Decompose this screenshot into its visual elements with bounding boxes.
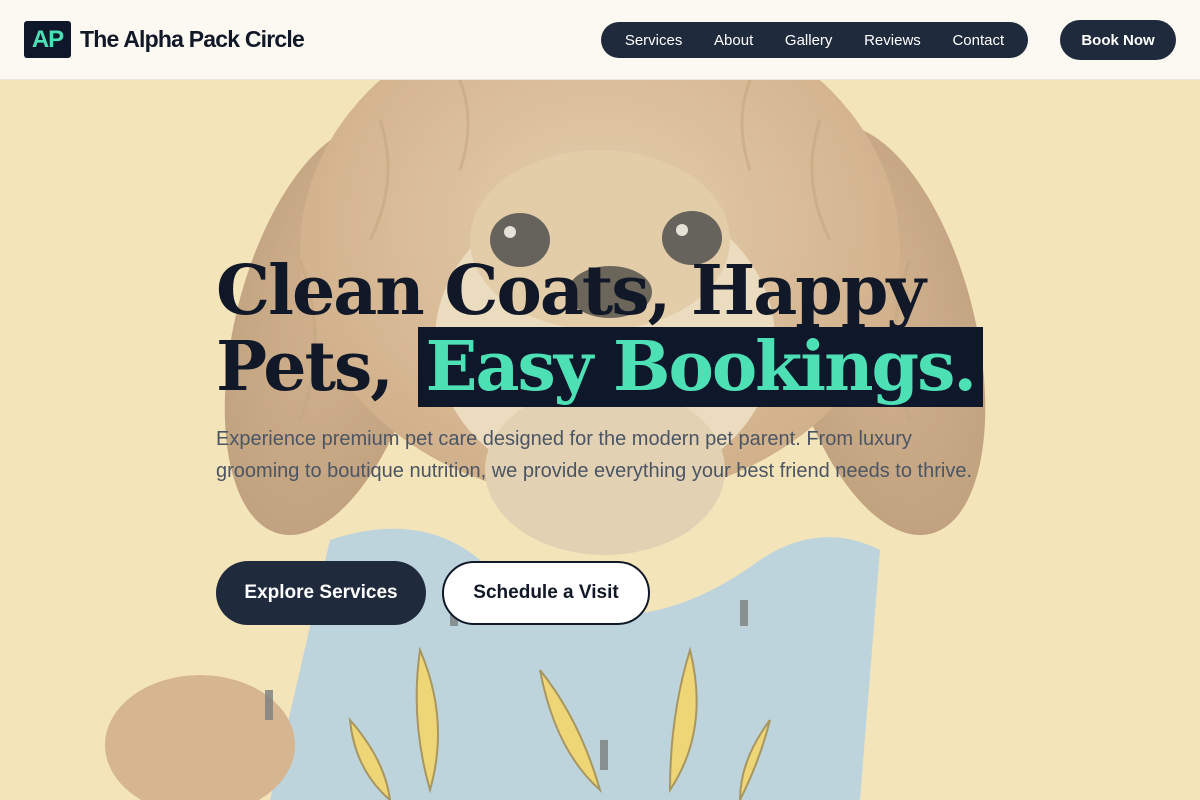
nav-services[interactable]: Services <box>625 32 683 49</box>
nav-about[interactable]: About <box>714 32 753 49</box>
brand[interactable]: AP The Alpha Pack Circle <box>24 21 305 58</box>
main-nav: Services About Gallery Reviews Contact <box>601 22 1028 58</box>
site-header: AP The Alpha Pack Circle Services About … <box>0 0 1200 80</box>
nav-gallery[interactable]: Gallery <box>785 32 833 49</box>
nav-contact[interactable]: Contact <box>952 32 1004 49</box>
schedule-visit-button[interactable]: Schedule a Visit <box>442 561 650 625</box>
headline-line-1: Clean Coats, Happy <box>216 251 926 331</box>
brand-name: The Alpha Pack Circle <box>80 26 305 52</box>
hero-headline: Clean Coats, Happy Pets, Easy Bookings. <box>216 251 984 407</box>
hero-description: Experience premium pet care designed for… <box>216 428 972 482</box>
logo-badge: AP <box>24 21 71 58</box>
headline-prefix: Pets, <box>216 327 414 407</box>
book-now-button[interactable]: Book Now <box>1060 20 1176 60</box>
explore-services-button[interactable]: Explore Services <box>216 561 426 625</box>
nav-reviews[interactable]: Reviews <box>864 32 921 49</box>
headline-line-2: Pets, Easy Bookings. <box>216 327 984 407</box>
headline-highlight: Easy Bookings. <box>417 327 984 407</box>
